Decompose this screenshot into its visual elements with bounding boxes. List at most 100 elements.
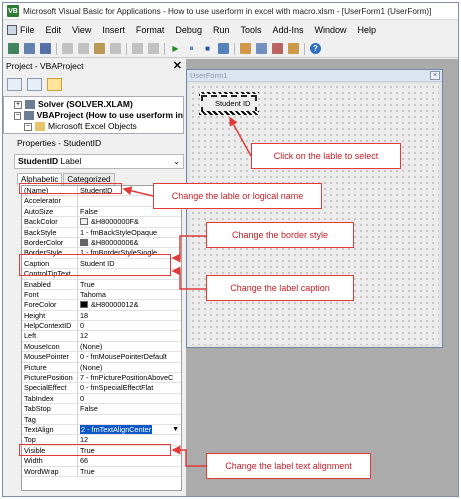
property-value[interactable]: 2 - fmTextAlignCenter ▼ xyxy=(78,424,181,435)
property-value[interactable]: True xyxy=(78,280,181,289)
property-row[interactable]: MouseIcon (None) xyxy=(22,341,181,353)
property-value[interactable]: 66 xyxy=(78,456,181,465)
selection-handle-bottom[interactable] xyxy=(199,111,259,115)
property-row[interactable]: BackColor &H8000000F& xyxy=(22,217,181,228)
break-icon[interactable]: ⏸ xyxy=(186,43,197,54)
view-code-icon[interactable] xyxy=(7,77,22,91)
property-value[interactable]: 0 xyxy=(78,321,181,330)
object-browser-icon[interactable] xyxy=(272,43,283,54)
menu-view[interactable]: View xyxy=(72,25,91,35)
project-explorer-icon[interactable] xyxy=(240,43,251,54)
expander-icon[interactable]: − xyxy=(14,111,22,120)
property-value[interactable]: 0 - fmSpecialEffectFlat xyxy=(78,383,181,392)
label-caption: Student ID xyxy=(215,99,251,108)
module-icon[interactable] xyxy=(7,25,17,35)
property-name: MousePointer xyxy=(22,352,78,362)
property-row[interactable]: MousePointer 0 - fmMousePointerDefault xyxy=(22,352,181,363)
property-value[interactable]: Tahoma xyxy=(78,290,181,299)
tree-item[interactable]: − Microsoft Excel Objects xyxy=(14,121,183,132)
property-value[interactable]: False xyxy=(78,404,181,413)
property-value[interactable]: 0 xyxy=(78,394,181,403)
redo-icon[interactable] xyxy=(148,43,159,54)
property-value[interactable]: 12 xyxy=(78,331,181,340)
property-row[interactable]: ForeColor &H80000012& xyxy=(22,300,181,311)
property-row[interactable]: WordWrap True xyxy=(22,466,181,477)
find-icon[interactable] xyxy=(110,43,121,54)
toolbar-separator xyxy=(234,42,235,55)
property-name: ForeColor xyxy=(22,300,78,310)
expander-icon[interactable]: − xyxy=(24,122,32,131)
tree-item[interactable]: + Solver (SOLVER.XLAM) xyxy=(14,99,183,110)
menu-run[interactable]: Run xyxy=(213,25,230,35)
property-row[interactable]: Left 12 xyxy=(22,331,181,342)
property-row[interactable]: BorderColor &H80000006& xyxy=(22,237,181,249)
property-name: MouseIcon xyxy=(22,341,78,352)
paste-icon[interactable] xyxy=(94,43,105,54)
reset-icon[interactable]: ■ xyxy=(202,43,213,54)
property-row[interactable]: HelpContextID 0 xyxy=(22,321,181,332)
menu-tools[interactable]: Tools xyxy=(240,25,261,35)
property-row[interactable]: Font Tahoma xyxy=(22,289,181,301)
property-row[interactable]: SpecialEffect 0 - fmSpecialEffectFlat xyxy=(22,383,181,394)
property-row[interactable]: TextAlign 2 - fmTextAlignCenter ▼ xyxy=(22,424,181,436)
property-row[interactable]: PicturePosition 7 - fmPicturePositionAbov… xyxy=(22,373,181,384)
cut-icon[interactable] xyxy=(62,43,73,54)
vba-project-icon xyxy=(25,100,35,109)
property-value-text: 0 xyxy=(80,393,85,403)
property-name: Left xyxy=(22,331,78,341)
property-value[interactable]: True xyxy=(78,467,181,476)
property-row[interactable]: TabStop False xyxy=(22,404,181,415)
close-icon[interactable]: ✕ xyxy=(173,59,182,73)
property-row[interactable]: Picture (None) xyxy=(22,362,181,374)
property-value[interactable]: (None) xyxy=(78,363,181,372)
callout-click-select: Click on the lable to select xyxy=(251,143,401,169)
property-value[interactable]: &H8000000F& xyxy=(78,217,181,226)
menu-format[interactable]: Format xyxy=(136,25,165,35)
property-row[interactable]: Height 18 xyxy=(22,310,181,322)
excel-icon[interactable] xyxy=(8,43,19,54)
property-row[interactable]: Tag xyxy=(22,414,181,425)
property-row[interactable]: Enabled True xyxy=(22,279,181,290)
property-value-text: Tahoma xyxy=(80,289,106,299)
userform-canvas[interactable] xyxy=(190,84,439,345)
property-value[interactable]: 7 - fmPicturePositionAboveC xyxy=(78,373,181,382)
folder-icon xyxy=(35,122,45,131)
menu-insert[interactable]: Insert xyxy=(102,25,125,35)
property-value-text: 18 xyxy=(80,310,89,320)
copy-icon[interactable] xyxy=(78,43,89,54)
close-icon[interactable]: × xyxy=(430,71,440,80)
view-object-icon[interactable] xyxy=(27,77,42,91)
property-value[interactable]: 1 - fmBackStyleOpaque xyxy=(78,228,181,237)
run-icon[interactable]: ▶ xyxy=(170,43,181,54)
title-bar: VB Microsoft Visual Basic for Applicatio… xyxy=(3,3,458,20)
property-value[interactable] xyxy=(78,415,181,424)
property-row[interactable]: BackStyle 1 - fmBackStyleOpaque xyxy=(22,227,181,238)
save-icon[interactable] xyxy=(40,43,51,54)
design-mode-icon[interactable] xyxy=(218,43,229,54)
menu-add-ins[interactable]: Add-Ins xyxy=(272,25,303,35)
property-name: WordWrap xyxy=(22,466,78,476)
object-selector-dropdown[interactable]: StudentID Label ⌄ xyxy=(14,154,184,169)
menu-window[interactable]: Window xyxy=(315,25,347,35)
properties-icon[interactable] xyxy=(256,43,267,54)
tree-item[interactable]: − VBAProject (How to use userform in xyxy=(14,110,183,121)
property-row[interactable]: Width 66 xyxy=(22,456,181,467)
toggle-folders-icon[interactable] xyxy=(47,77,62,91)
toolbox-icon[interactable] xyxy=(288,43,299,54)
property-value[interactable]: &H80000012& xyxy=(78,300,181,309)
property-value-text: True xyxy=(80,466,95,476)
dropdown-arrow-icon[interactable]: ▼ xyxy=(172,425,179,434)
expander-icon[interactable]: + xyxy=(14,100,22,109)
help-icon[interactable]: ? xyxy=(310,43,321,54)
menu-debug[interactable]: Debug xyxy=(175,25,202,35)
menu-help[interactable]: Help xyxy=(358,25,377,35)
property-value[interactable]: 18 xyxy=(78,311,181,320)
property-value[interactable]: 0 - fmMousePointerDefault xyxy=(78,352,181,361)
menu-file[interactable]: File xyxy=(20,25,35,35)
property-value[interactable]: (None) xyxy=(78,342,181,351)
undo-icon[interactable] xyxy=(132,43,143,54)
insert-icon[interactable] xyxy=(24,43,35,54)
menu-edit[interactable]: Edit xyxy=(46,25,62,35)
property-row[interactable]: TabIndex 0 xyxy=(22,393,181,405)
property-value[interactable]: &H80000006& xyxy=(78,238,181,247)
